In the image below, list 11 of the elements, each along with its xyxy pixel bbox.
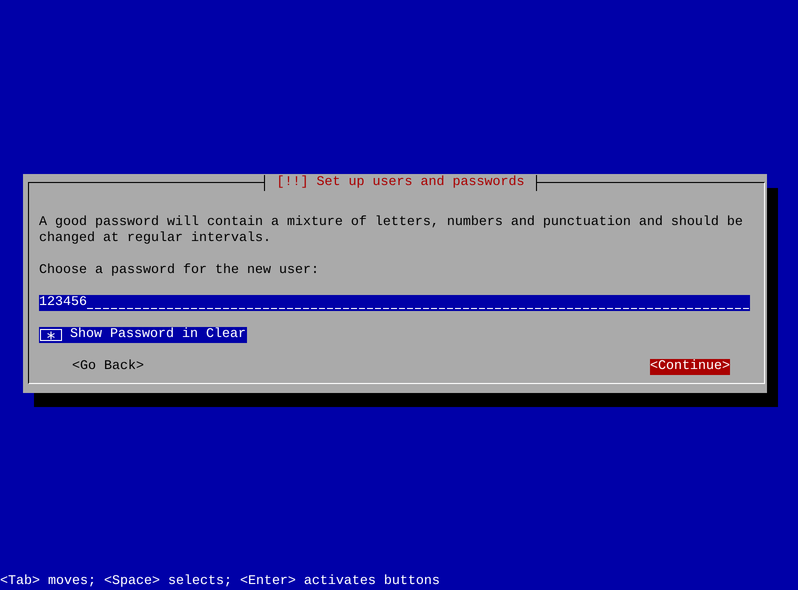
password-field[interactable]: 123456 [39,295,750,311]
description-text: A good password will contain a mixture of letters, numbers and punctuation and should be changed at regular intervals. [39,215,744,247]
checkbox-label: Show Password in Clear [70,327,246,343]
checkbox[interactable] [40,329,62,341]
status-bar-hint: <Tab> moves; <Space> selects; <Enter> activates buttons [0,574,441,590]
asterisk-icon [47,330,55,340]
dialog-title: [!!] Set up users and passwords [264,175,538,191]
go-back-button[interactable]: <Go Back> [72,359,144,375]
continue-button[interactable]: <Continue> [650,359,730,375]
prompt-label: Choose a password for the new user: [39,263,320,279]
checkbox-row[interactable]: Show Password in Clear [39,327,247,343]
